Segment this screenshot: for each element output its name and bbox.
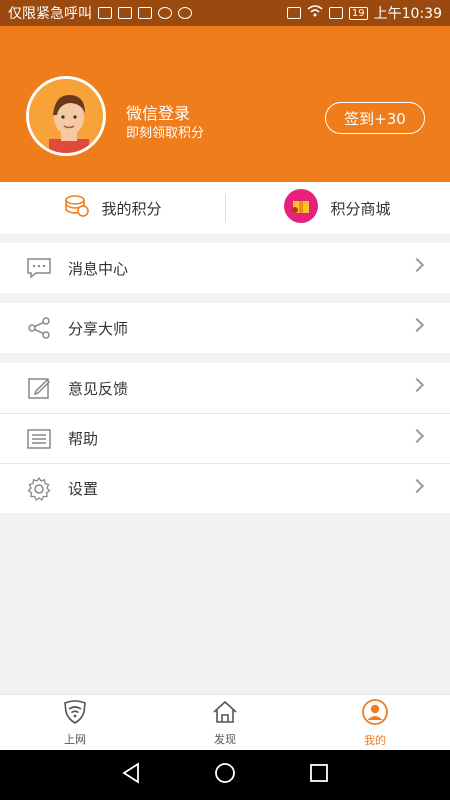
my-points-button[interactable]: 我的积分 [0, 182, 225, 234]
menu-label-help: 帮助 [68, 430, 99, 448]
tab-label-mine: 我的 [364, 733, 386, 747]
app-icon [158, 7, 172, 19]
wifi-icon [307, 5, 323, 21]
vibrate-icon [286, 7, 301, 19]
points-mall-button[interactable]: 积分商城 [225, 182, 450, 234]
coins-icon [63, 194, 90, 222]
mail-icon [138, 7, 152, 19]
menu-section-share: 分享大师 [0, 303, 450, 353]
tab-label-internet: 上网 [64, 732, 86, 746]
chevron-right-icon [409, 377, 425, 393]
list-icon [26, 426, 52, 452]
menu-item-messages[interactable]: 消息中心 [0, 243, 450, 293]
points-mall-label: 积分商城 [330, 199, 391, 218]
gift-box-icon [284, 189, 319, 227]
wifi-shield-icon [62, 699, 88, 727]
avatar-face-icon [29, 79, 103, 153]
profile-header: 微信登录 即刻领取积分 签到+30 [0, 26, 450, 182]
gear-icon [26, 476, 52, 502]
battery-icon: 19 [348, 6, 368, 20]
edit-icon [26, 375, 52, 401]
menu-item-feedback[interactable]: 意见反馈 [0, 363, 450, 413]
divider [225, 194, 226, 222]
points-bar: 我的积分 积分商城 [0, 182, 450, 234]
login-title[interactable]: 微信登录 [126, 100, 190, 124]
menu-label-feedback: 意见反馈 [68, 379, 129, 398]
menu-label-settings: 设置 [68, 480, 99, 498]
bottom-tab-bar: 上网 发现 我的 [0, 694, 450, 751]
carrier-text: 仅限紧急呼叫 [8, 6, 92, 22]
home-circle-icon[interactable] [214, 762, 236, 788]
battery-level: 19 [351, 7, 365, 19]
tab-internet[interactable]: 上网 [0, 695, 150, 751]
checkin-button[interactable]: 签到+30 [325, 102, 425, 134]
alert-icon [328, 7, 343, 19]
tab-discover[interactable]: 发现 [150, 695, 300, 751]
app-icon-2 [178, 7, 192, 19]
chevron-right-icon [409, 478, 425, 494]
notification-icon [98, 7, 112, 19]
menu-item-settings[interactable]: 设置 [0, 463, 450, 513]
chevron-right-icon [409, 257, 425, 273]
tab-label-discover: 发现 [214, 732, 236, 746]
avatar[interactable] [26, 76, 118, 156]
menu-item-share[interactable]: 分享大师 [0, 303, 450, 353]
share-icon [26, 315, 52, 341]
message-icon [26, 255, 52, 281]
home-icon [212, 700, 238, 727]
chevron-right-icon [409, 317, 425, 333]
menu-label-messages: 消息中心 [68, 259, 129, 278]
menu-section-misc: 意见反馈 帮助 设置 [0, 363, 450, 513]
menu-section-messages: 消息中心 [0, 243, 450, 293]
my-points-label: 我的积分 [101, 199, 162, 218]
system-nav-bar [0, 750, 450, 800]
login-subtitle: 即刻领取积分 [126, 126, 205, 141]
menu-label-share: 分享大师 [68, 319, 129, 338]
profile-icon [362, 698, 388, 728]
clock: 上午10:39 [373, 6, 442, 22]
chevron-right-icon [409, 428, 425, 444]
back-icon[interactable] [120, 762, 142, 788]
menu-item-help[interactable]: 帮助 [0, 413, 450, 463]
battery-saver-icon [118, 7, 132, 19]
status-bar: 仅限紧急呼叫 19 上午10:39 [0, 0, 450, 26]
tab-mine[interactable]: 我的 [300, 695, 450, 751]
recents-icon[interactable] [308, 762, 330, 788]
